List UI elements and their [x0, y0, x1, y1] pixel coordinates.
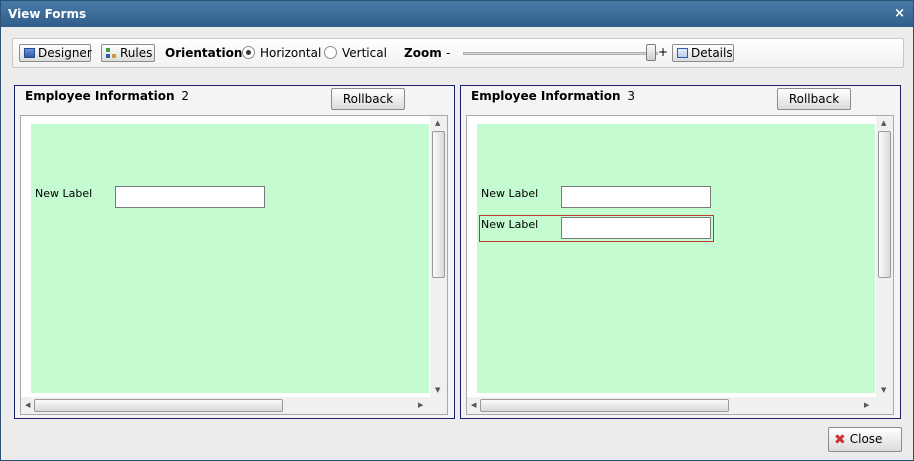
vertical-scroll-thumb[interactable]: [432, 131, 445, 278]
scroll-up-icon[interactable]: ▲: [881, 119, 886, 128]
form-field-input[interactable]: [115, 186, 265, 208]
scroll-right-icon[interactable]: ▶: [864, 401, 869, 410]
vertical-scrollbar[interactable]: ▲ ▼: [430, 116, 447, 399]
panel-title-text: Employee Information: [25, 89, 175, 103]
designer-button[interactable]: Designer: [19, 44, 92, 62]
toolbar: Designer Rules Orientation: Horizontal V…: [12, 38, 904, 68]
horizontal-scrollbar[interactable]: ◀ ▶: [21, 397, 432, 414]
close-button[interactable]: ✖ Close: [828, 427, 902, 452]
rules-button[interactable]: Rules: [101, 44, 155, 62]
vertical-scrollbar[interactable]: ▲ ▼: [876, 116, 893, 399]
zoom-label: Zoom: [404, 46, 442, 60]
panel-version: 3: [627, 89, 636, 103]
close-x-icon: ✖: [834, 432, 846, 448]
scroll-right-icon[interactable]: ▶: [418, 401, 423, 410]
close-button-label: Close: [849, 432, 883, 446]
horizontal-scrollbar[interactable]: ◀ ▶: [467, 397, 878, 414]
scroll-corner: [876, 397, 893, 414]
form-viewport: New Label ▲ ▼ ◀ ▶: [20, 115, 448, 415]
rollback-button[interactable]: Rollback: [777, 88, 851, 110]
zoom-slider-track[interactable]: [463, 52, 658, 55]
horizontal-scroll-thumb[interactable]: [34, 399, 283, 412]
details-icon: [677, 48, 688, 58]
window-title: View Forms: [8, 7, 87, 21]
form-viewport: New Label New Label ▲ ▼ ◀ ▶: [466, 115, 894, 415]
title-bar[interactable]: View Forms ×: [1, 1, 913, 27]
close-icon[interactable]: ×: [894, 6, 905, 21]
designer-icon: [24, 48, 35, 58]
view-forms-dialog: View Forms × Designer Rules Orientation:…: [0, 0, 914, 461]
rules-button-label: Rules: [120, 46, 153, 60]
zoom-plus[interactable]: +: [658, 45, 668, 59]
scroll-left-icon[interactable]: ◀: [471, 401, 476, 410]
form-field-label[interactable]: New Label: [481, 218, 538, 231]
details-button-label: Details: [691, 46, 733, 60]
form-panel-version-3: Employee Information 3 Rollback New Labe…: [460, 85, 901, 419]
scroll-down-icon[interactable]: ▼: [435, 386, 440, 395]
form-field-input[interactable]: [561, 217, 711, 239]
form-field-label[interactable]: New Label: [481, 187, 538, 200]
form-panel-version-2: Employee Information 2 Rollback New Labe…: [14, 85, 455, 419]
zoom-minus[interactable]: -: [446, 46, 450, 60]
scroll-up-icon[interactable]: ▲: [435, 119, 440, 128]
orientation-label: Orientation:: [165, 46, 248, 60]
form-field-label[interactable]: New Label: [35, 187, 92, 200]
vertical-radio[interactable]: [324, 46, 337, 59]
horizontal-radio[interactable]: [242, 46, 255, 59]
form-field-input[interactable]: [561, 186, 711, 208]
rollback-button[interactable]: Rollback: [331, 88, 405, 110]
scroll-corner: [430, 397, 447, 414]
panel-title-text: Employee Information: [471, 89, 621, 103]
form-canvas[interactable]: New Label: [31, 124, 429, 393]
scroll-left-icon[interactable]: ◀: [25, 401, 30, 410]
zoom-slider-thumb[interactable]: [646, 44, 656, 61]
designer-button-label: Designer: [38, 46, 92, 60]
vertical-scroll-thumb[interactable]: [878, 131, 891, 278]
panel-title: Employee Information 3: [471, 89, 635, 103]
form-canvas[interactable]: New Label New Label: [477, 124, 875, 393]
scroll-down-icon[interactable]: ▼: [881, 386, 886, 395]
panel-version: 2: [181, 89, 190, 103]
horizontal-scroll-thumb[interactable]: [480, 399, 729, 412]
vertical-label[interactable]: Vertical: [342, 46, 387, 60]
horizontal-label[interactable]: Horizontal: [260, 46, 321, 60]
panel-title: Employee Information 2: [25, 89, 189, 103]
details-button[interactable]: Details: [672, 44, 734, 62]
rules-icon: [106, 48, 117, 58]
